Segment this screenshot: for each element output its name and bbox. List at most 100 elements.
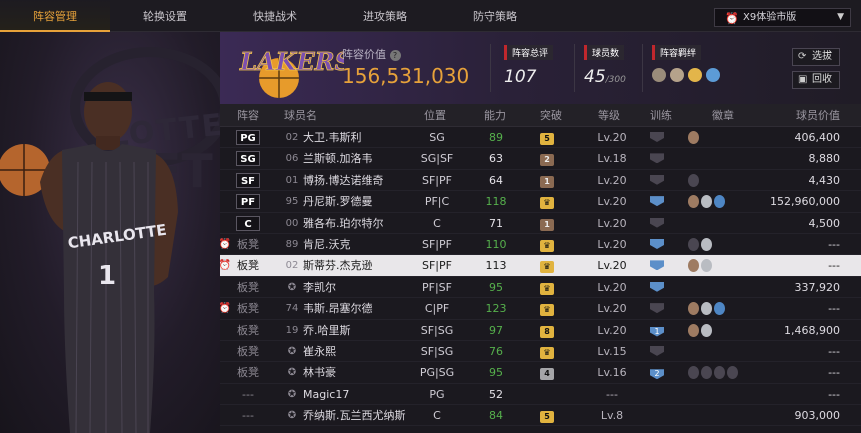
table-row[interactable]: SF 01 博扬.博达诺维奇 SF|PF 64 1 Lv.20 4,430 [220,170,861,192]
col-player-name[interactable]: 球员名 [284,104,317,125]
badge-icon[interactable] [688,131,699,144]
col-lineup[interactable]: 阵容 [236,104,260,125]
tab-offense-strategy[interactable]: 进攻策略 [330,0,440,32]
badge-icon[interactable] [714,195,725,209]
player-name[interactable]: Magic17 [303,384,423,405]
training-shield-icon[interactable] [650,260,664,271]
table-row[interactable]: 板凳 ✪ 林书豪 PG|SG 95 4 Lv.16 2 --- [220,362,861,384]
player-name[interactable]: 雅各布.珀尔特尔 [303,213,423,234]
player-name[interactable]: 丹尼斯.罗德曼 [303,191,423,212]
lineup-slot: 板凳 [232,341,264,362]
player-value: --- [828,259,840,273]
training-shield-icon[interactable]: 2 [650,369,664,380]
select-button[interactable]: ⟳ 选拔 [792,48,840,66]
version-dropdown[interactable]: ⏰ X9体验市版 ▼ [714,8,851,27]
bond-icon[interactable] [670,68,684,82]
bond-icon[interactable] [688,68,702,82]
training-cell [650,148,670,169]
bond-icon[interactable] [652,68,666,82]
breakthrough-badge: 5 [540,133,554,145]
col-position[interactable]: 位置 [424,104,446,125]
player-name[interactable]: 崔永熙 [303,341,423,362]
badge-icon[interactable] [688,237,699,251]
bond-icon[interactable] [706,68,720,82]
training-shield-icon[interactable] [650,303,664,314]
table-row[interactable]: C 00 雅各布.珀尔特尔 C 71 1 Lv.20 4,500 [220,213,861,234]
help-icon[interactable]: ? [389,50,401,61]
badge-icon[interactable] [714,366,725,380]
tab-quick-tactics[interactable]: 快捷战术 [220,0,330,32]
table-row[interactable]: ⏰ 板凳 89 肯尼.沃克 SF|PF 110 ♛ Lv.20 --- [219,234,861,256]
badge-icon[interactable] [688,366,699,380]
table-row[interactable]: 板凳 19 乔.哈里斯 SF|SG 97 8 Lv.20 1 1,468,900 [220,320,861,341]
training-shield-icon[interactable]: 1 [650,326,664,337]
breakthrough-badge: 1 [540,218,554,231]
badge-icon[interactable] [701,323,712,337]
player-name[interactable]: 大卫.韦斯利 [303,127,423,148]
col-level[interactable]: 等级 [598,104,620,125]
training-shield-icon[interactable] [650,132,664,142]
training-shield-icon[interactable] [650,281,664,292]
player-name[interactable]: 兰斯顿.加洛韦 [303,148,423,169]
badge-icon[interactable] [688,173,699,187]
player-level: Lv.20 [597,323,627,337]
table-row[interactable]: PG 02 大卫.韦斯利 SG 89 5 Lv.20 406,400 [220,127,861,149]
player-ability: 110 [485,237,507,251]
slot-label: --- [242,387,254,401]
training-shield-icon[interactable] [650,174,664,185]
col-player-value[interactable]: 球员价值 [796,104,840,125]
roster-rows: PG 02 大卫.韦斯利 SG 89 5 Lv.20 406,400 SG 06… [219,127,861,427]
tab-rotation-settings[interactable]: 轮换设置 [110,0,220,32]
table-row[interactable]: 板凳 ✪ 李凯尔 PF|SF 95 ♛ Lv.20 337,920 [220,277,861,299]
table-row[interactable]: 板凳 ✪ 崔永熙 SF|SG 76 ♛ Lv.15 --- [220,341,861,363]
training-shield-icon[interactable] [650,153,664,164]
player-level: Lv.15 [597,344,627,358]
badge-icon[interactable] [701,366,712,380]
table-row[interactable]: ⏰ 板凳 02 斯蒂芬.杰克逊 SF|PF 113 ♛ Lv.20 --- [219,255,861,277]
player-name[interactable]: 林书豪 [303,362,423,383]
player-name[interactable]: 斯蒂芬.杰克逊 [303,255,423,276]
player-ability: 84 [489,409,503,423]
slot-position-box: PF [236,194,260,210]
player-name[interactable]: 博扬.博达诺维奇 [303,170,423,191]
table-row[interactable]: ⏰ 板凳 74 韦斯.昂塞尔德 C|PF 123 ♛ Lv.20 --- [219,298,861,320]
col-training[interactable]: 训练 [650,104,672,125]
training-shield-icon[interactable] [650,196,664,207]
training-shield-icon[interactable] [650,238,664,249]
col-badges[interactable]: 徽章 [712,104,734,125]
badge-icon[interactable] [701,237,712,251]
player-position: SG|SF [420,152,454,166]
player-name[interactable]: 肯尼.沃克 [303,234,423,255]
player-name[interactable]: 乔纳斯.瓦兰西尤纳斯 [303,405,423,426]
tab-lineup-management[interactable]: 阵容管理 [0,0,110,32]
badge-icon[interactable] [701,259,712,273]
recycle-button[interactable]: ▣ 回收 [792,71,840,89]
player-name[interactable]: 韦斯.昂塞尔德 [303,298,423,319]
badge-icon[interactable] [714,302,725,316]
player-value: 406,400 [794,131,841,144]
badge-icon[interactable] [688,259,699,273]
player-value: --- [828,366,840,380]
lineup-slot: --- [232,384,264,405]
table-row[interactable]: --- ✪ Magic17 PG 52 --- --- [220,384,861,406]
lineup-bond-block[interactable]: 阵容羁绊 [652,45,720,82]
bond-icons[interactable] [652,68,720,82]
player-count-label: 球员数 [584,45,625,60]
col-breakthrough[interactable]: 突破 [540,104,562,125]
training-shield-icon[interactable] [650,217,664,228]
badge-icon[interactable] [701,302,712,316]
badge-icon[interactable] [688,323,699,337]
training-shield-icon[interactable] [650,345,664,356]
table-row[interactable]: --- ✪ 乔纳斯.瓦兰西尤纳斯 C 84 5 Lv.8 903,000 [220,405,861,427]
tab-defense-strategy[interactable]: 防守策略 [440,0,550,32]
badge-icon[interactable] [701,195,712,209]
badge-icon[interactable] [727,366,738,380]
badge-icon[interactable] [688,302,699,316]
table-row[interactable]: PF 95 丹尼斯.罗德曼 PF|C 118 ♛ Lv.20 152,960,0… [220,191,861,213]
col-ability[interactable]: 能力 [484,104,506,125]
table-row[interactable]: SG 06 兰斯顿.加洛韦 SG|SF 63 2 Lv.18 8,880 [220,148,861,170]
player-name[interactable]: 乔.哈里斯 [303,320,423,341]
player-name[interactable]: 李凯尔 [303,277,423,298]
player-count-value: 45 [584,67,606,87]
badge-icon[interactable] [688,195,699,209]
